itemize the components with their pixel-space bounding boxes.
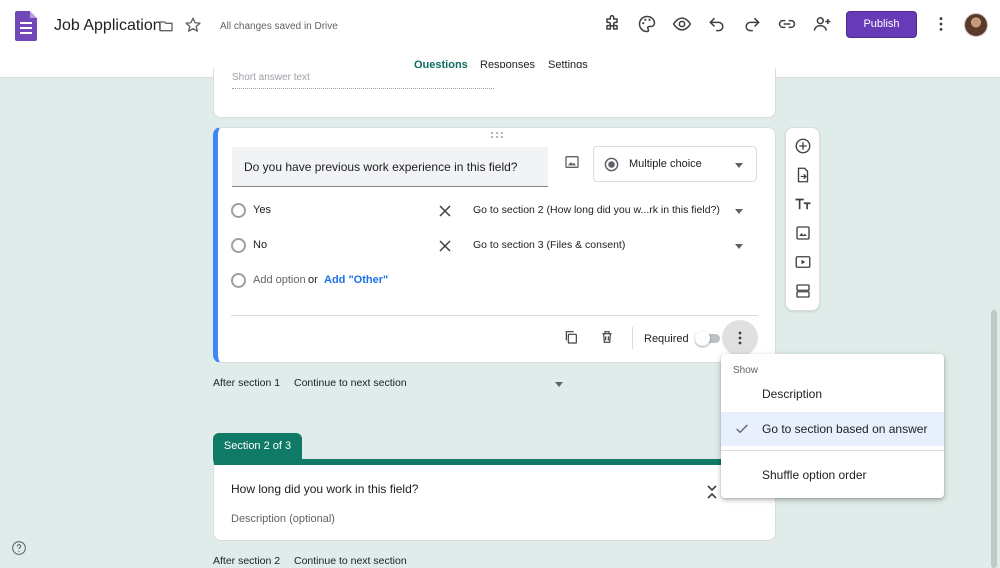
menu-item-shuffle[interactable]: Shuffle option order (721, 458, 944, 492)
section-badge: Section 2 of 3 (213, 433, 302, 459)
scrollbar[interactable] (991, 310, 997, 568)
section-description[interactable]: Description (optional) (231, 513, 335, 525)
divider (632, 327, 633, 349)
question-title-text: Do you have previous work experience in … (244, 160, 518, 174)
divider (231, 315, 758, 316)
add-other-link[interactable]: Add "Other" (324, 274, 388, 286)
chevron-down-icon (735, 163, 743, 168)
menu-divider (721, 450, 944, 451)
menu-item-label: Go to section based on answer (762, 422, 928, 436)
option-row[interactable]: Yes Go to section 2 (How long did you w.… (231, 201, 761, 221)
remove-option-icon[interactable] (438, 204, 452, 218)
radio-empty-icon (231, 203, 246, 218)
after-section-select[interactable]: Continue to next section (294, 377, 407, 389)
menu-header: Show (733, 365, 759, 376)
radio-empty-icon (231, 238, 246, 253)
question-type-select[interactable]: Multiple choice (593, 146, 757, 182)
drag-handle-icon[interactable] (490, 131, 504, 139)
link-icon[interactable] (777, 14, 797, 34)
add-image-icon[interactable] (794, 224, 812, 242)
help-icon[interactable] (11, 540, 27, 556)
question-title-input[interactable]: Do you have previous work experience in … (232, 147, 548, 187)
section-title[interactable]: How long did you work in this field? (231, 482, 418, 496)
avatar[interactable] (964, 13, 988, 37)
preview-icon[interactable] (672, 14, 692, 34)
form-title[interactable]: Job Application (54, 17, 162, 35)
more-options-button[interactable] (722, 320, 758, 356)
forms-logo-icon[interactable] (15, 11, 37, 41)
save-status: All changes saved in Drive (220, 21, 338, 32)
palette-icon[interactable] (637, 14, 657, 34)
required-label: Required (644, 333, 689, 345)
add-title-icon[interactable] (794, 195, 812, 213)
star-icon[interactable] (184, 16, 202, 34)
short-answer-placeholder: Short answer text (232, 72, 310, 83)
add-section-icon[interactable] (794, 282, 812, 300)
option-row[interactable]: No Go to section 3 (Files & consent) (231, 236, 761, 256)
duplicate-icon[interactable] (563, 329, 579, 345)
publish-button[interactable]: Publish (846, 11, 917, 38)
section-header-card[interactable]: How long did you work in this field? Des… (213, 459, 776, 541)
add-option-link[interactable]: Add option (253, 274, 306, 286)
check-icon (736, 424, 748, 434)
add-video-icon[interactable] (794, 253, 812, 271)
menu-item-label: Shuffle option order (762, 468, 867, 482)
more-options-menu: Show Description Go to section based on … (721, 354, 944, 498)
add-collaborator-icon[interactable] (812, 14, 832, 34)
redo-icon[interactable] (742, 14, 762, 34)
more-vert-icon[interactable] (931, 14, 951, 34)
addon-icon[interactable] (602, 14, 622, 34)
add-image-icon[interactable] (564, 154, 580, 170)
previous-question-card[interactable]: Short answer text (213, 68, 776, 118)
goto-section-select[interactable]: Go to section 2 (How long did you w...rk… (473, 204, 720, 216)
question-card[interactable]: Do you have previous work experience in … (213, 127, 776, 363)
radio-button-icon (604, 157, 619, 172)
add-question-icon[interactable] (794, 137, 812, 155)
required-toggle[interactable] (695, 331, 721, 346)
remove-option-icon[interactable] (438, 239, 452, 253)
menu-item-description[interactable]: Description (721, 377, 944, 411)
add-option-row: Add option or Add "Other" (231, 271, 761, 291)
after-section-label: After section 1 (213, 377, 281, 389)
option-label[interactable]: Yes (253, 204, 271, 216)
radio-empty-icon (231, 273, 246, 288)
short-answer-line (232, 88, 494, 89)
chevron-down-icon[interactable] (555, 382, 563, 387)
or-text: or (308, 274, 318, 286)
menu-item-goto-section[interactable]: Go to section based on answer (721, 412, 944, 446)
question-type-label: Multiple choice (629, 158, 702, 170)
import-questions-icon[interactable] (794, 166, 812, 184)
folder-icon[interactable] (158, 18, 174, 34)
delete-icon[interactable] (599, 329, 615, 345)
undo-icon[interactable] (707, 14, 727, 34)
collapse-icon[interactable] (705, 483, 719, 501)
chevron-down-icon (735, 209, 743, 214)
goto-section-select[interactable]: Go to section 3 (Files & consent) (473, 239, 625, 251)
more-vert-icon (738, 331, 742, 345)
after-section-select[interactable]: Continue to next section (294, 555, 407, 567)
option-label[interactable]: No (253, 239, 267, 251)
after-section-label: After section 2 (213, 555, 281, 567)
chevron-down-icon (735, 244, 743, 249)
menu-item-label: Description (762, 387, 823, 401)
side-toolbar (785, 127, 820, 311)
